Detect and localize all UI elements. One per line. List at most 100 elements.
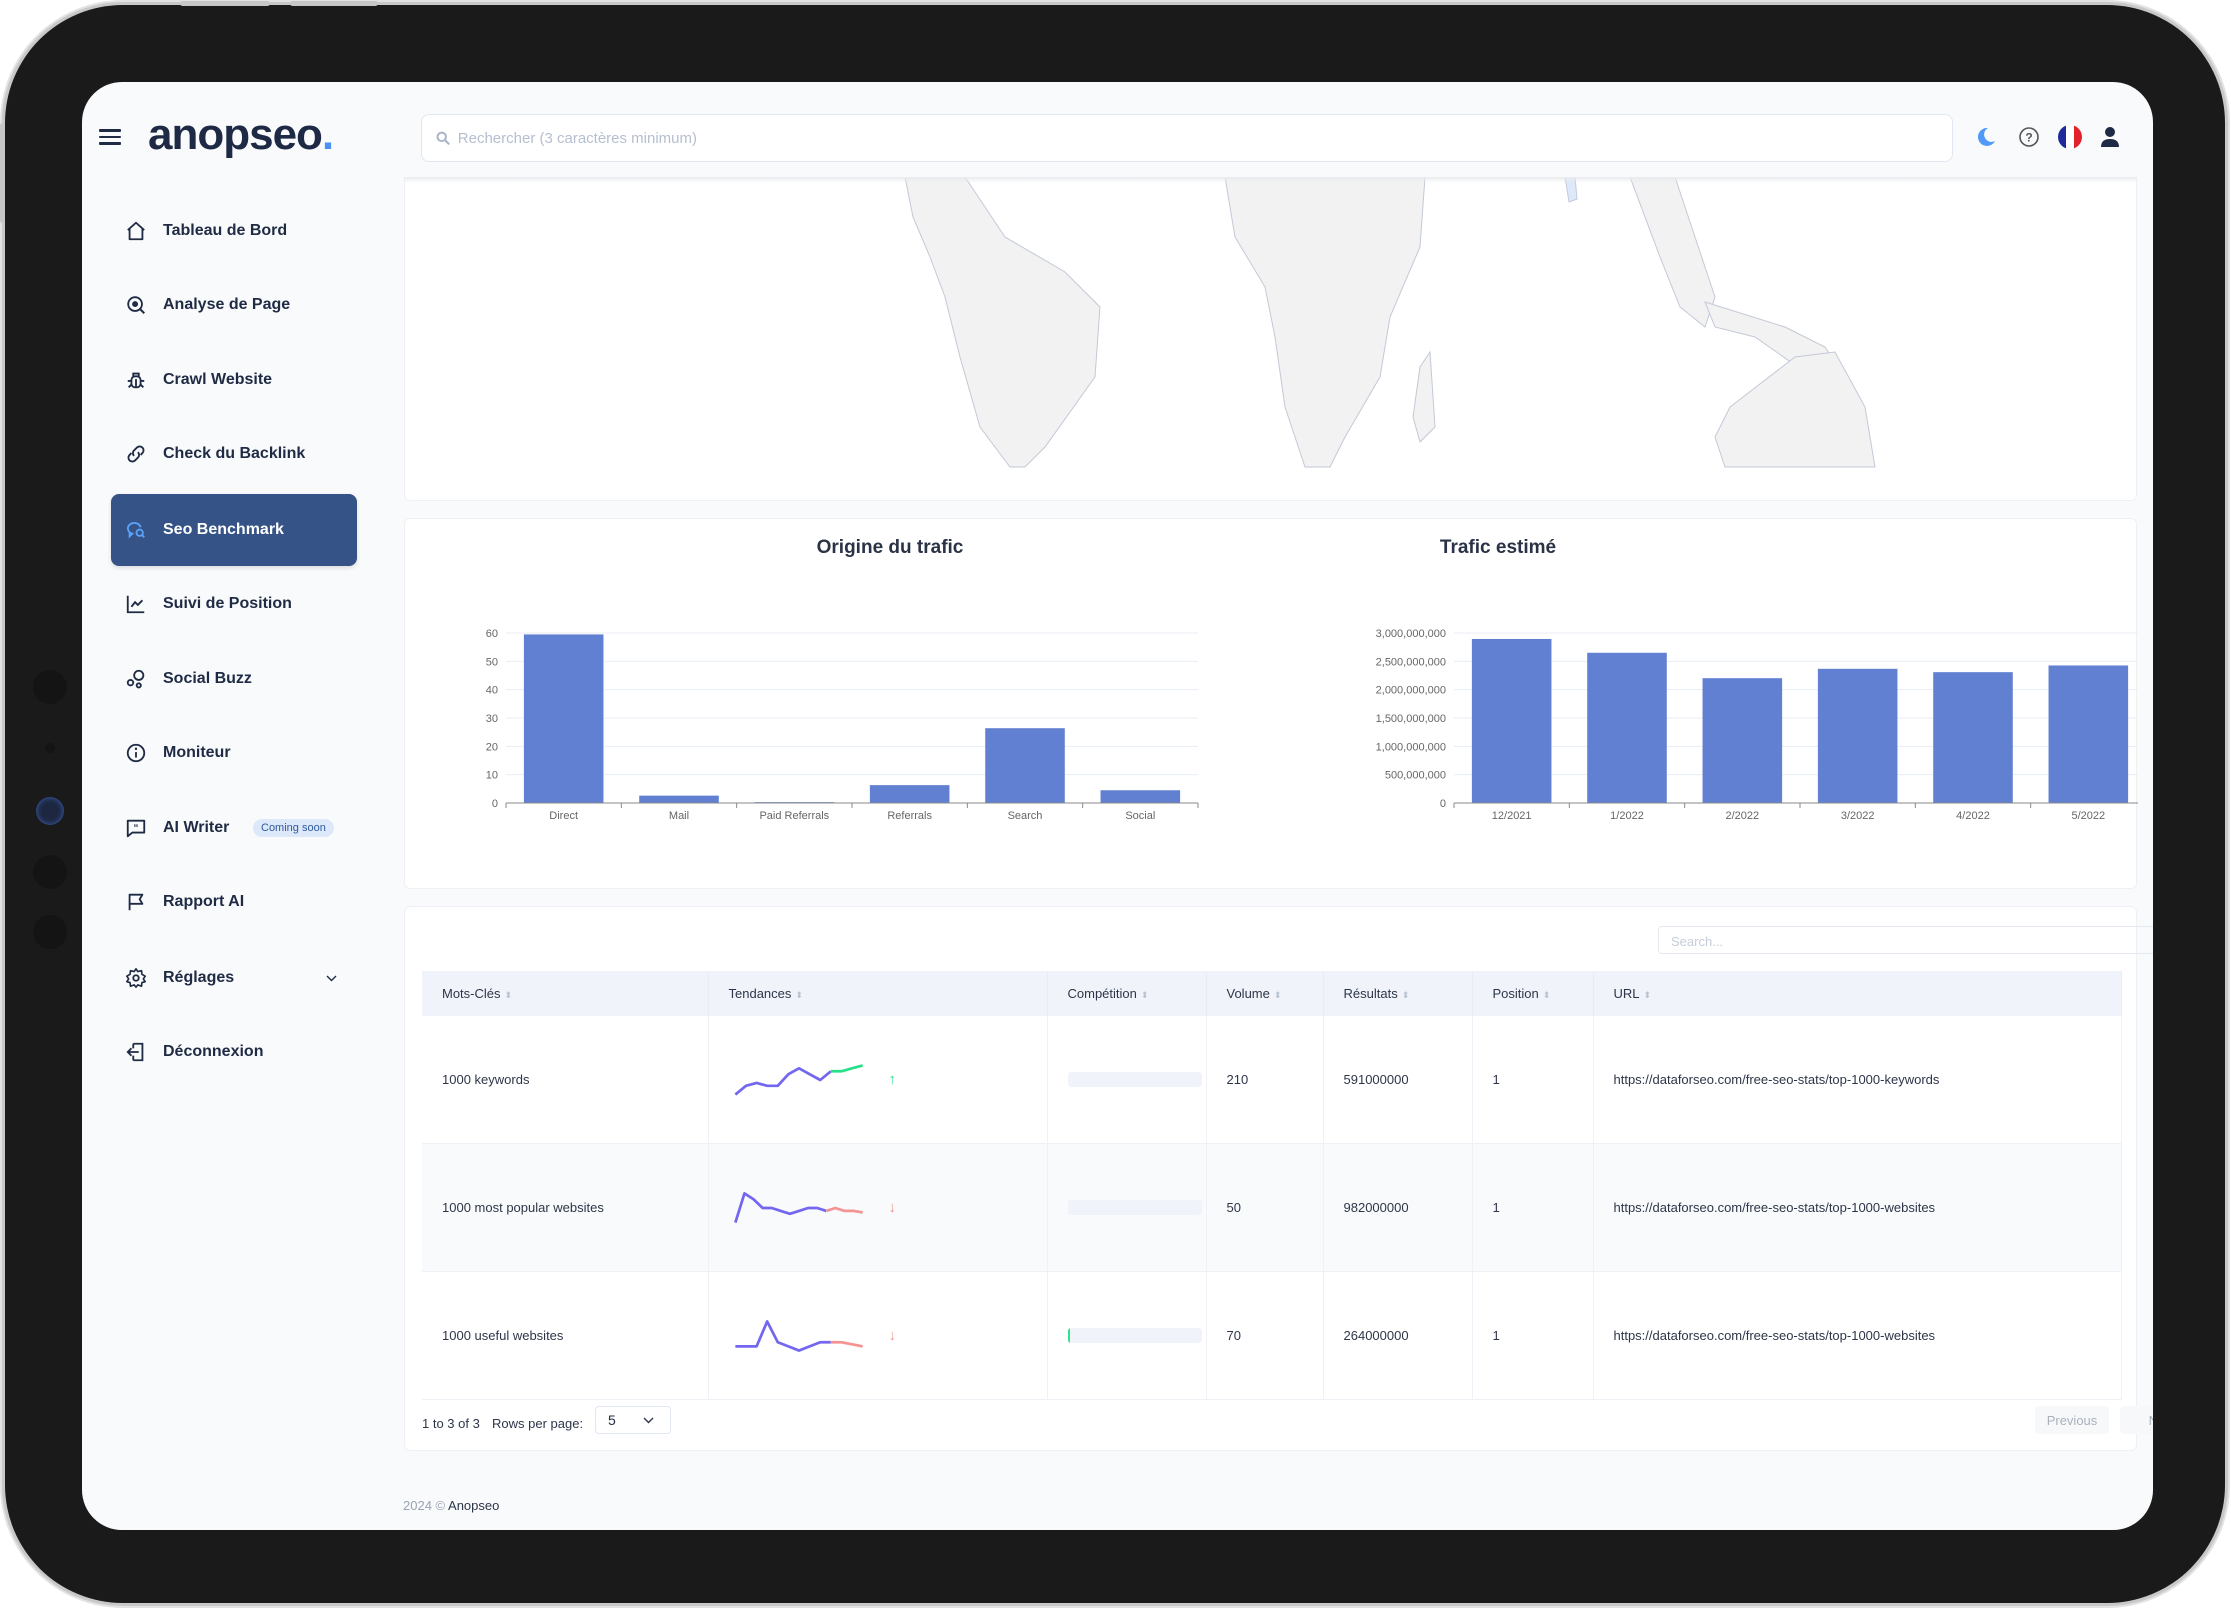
competition-bar <box>1067 1072 1202 1087</box>
cell-url[interactable]: https://dataforseo.com/free-seo-stats/to… <box>1593 1271 2122 1400</box>
bar-referrals[interactable] <box>869 785 950 803</box>
column-header-mots-cles[interactable]: Mots-Clés ⬍ <box>422 971 709 1016</box>
table-search-input[interactable] <box>1659 927 2153 955</box>
sort-icon[interactable]: ⬍ <box>1141 990 1149 1000</box>
world-map[interactable] <box>405 177 2137 501</box>
bar-mail[interactable] <box>639 795 719 803</box>
global-search-input[interactable] <box>455 128 1952 148</box>
device-button <box>0 123 5 223</box>
cell-keyword: 1000 useful websites <box>422 1271 709 1400</box>
sidebar-item-label: Réglages <box>163 969 235 986</box>
footer-brand[interactable]: Anopseo <box>448 1498 499 1513</box>
cell-trend: ↑ <box>708 1016 1048 1144</box>
table-row[interactable]: 1000 keywords ↑ 210 591000000 1 https://dataf… <box>422 1016 2122 1144</box>
footer: 2024 © Anopseo <box>403 1498 499 1513</box>
camera-sensor <box>45 743 55 753</box>
app-screen: anopseo. ? Tableau de Bord Analyse de Pag… <box>82 82 2153 1530</box>
sort-icon[interactable]: ⬍ <box>1543 990 1551 1000</box>
cell-url[interactable]: https://dataforseo.com/free-seo-stats/to… <box>1593 1016 2122 1144</box>
sidebar-item-label: Seo Benchmark <box>163 521 284 538</box>
bar-social[interactable] <box>1100 790 1181 803</box>
table-row[interactable]: 1000 most popular websites ↓ 50 982000000 1 h… <box>422 1143 2122 1272</box>
sidebar-item-ai-writer[interactable]: “ AI Writer Coming soon <box>111 792 357 864</box>
sidebar-item-deconnexion[interactable]: Déconnexion <box>111 1016 357 1088</box>
sidebar-item-analyse-de-page[interactable]: Analyse de Page <box>111 269 357 341</box>
column-header-resultats[interactable]: Résultats ⬍ <box>1323 971 1473 1016</box>
sidebar-item-reglages[interactable]: Réglages <box>111 942 357 1014</box>
info-icon <box>124 741 148 765</box>
table-row[interactable]: 1000 useful websites ↓ 70 264000000 1 https:/… <box>422 1271 2122 1400</box>
column-header-label: Mots-Clés <box>442 986 501 1001</box>
x-tick-label: 12/2021 <box>1492 810 1532 822</box>
bar-5-2022[interactable] <box>2048 665 2129 803</box>
map-top-shadow <box>404 177 2137 183</box>
camera-sensor <box>33 670 67 704</box>
sidebar-item-label: Check du Backlink <box>163 445 306 462</box>
cell-position: 1 <box>1472 1016 1594 1144</box>
x-tick-label: 1/2022 <box>1610 810 1644 822</box>
sidebar-item-social-buzz[interactable]: Social Buzz <box>111 643 357 715</box>
previous-button[interactable]: Previous <box>2035 1406 2109 1434</box>
bar-search[interactable] <box>985 728 1065 803</box>
column-header-competition[interactable]: Compétition ⬍ <box>1047 971 1207 1016</box>
pagination-range: 1 to 3 of 3 <box>422 1416 480 1431</box>
logo[interactable]: anopseo. <box>148 113 334 157</box>
bar-2-2022[interactable] <box>1702 678 1783 803</box>
y-tick-label: 30 <box>486 713 498 725</box>
column-header-position[interactable]: Position ⬍ <box>1472 971 1594 1016</box>
cell-competition <box>1047 1016 1207 1144</box>
device-button <box>180 1 270 6</box>
flag-fr-icon[interactable] <box>2057 124 2083 150</box>
bar-4-2022[interactable] <box>1933 672 2013 803</box>
competition-bar-fill <box>1067 1328 1071 1343</box>
footer-copyright: 2024 © <box>403 1498 446 1513</box>
help-icon[interactable]: ? <box>2016 124 2042 150</box>
x-tick-label: Mail <box>669 810 689 822</box>
svg-text:?: ? <box>2025 131 2032 145</box>
arrow-up-icon: ↑ <box>888 1071 897 1088</box>
sort-icon[interactable]: ⬍ <box>795 990 803 1000</box>
bar-direct[interactable] <box>523 634 604 803</box>
rows-per-page-select[interactable]: 5 <box>595 1406 671 1434</box>
column-header-tendances[interactable]: Tendances ⬍ <box>708 971 1048 1016</box>
chevron-down-icon <box>643 1417 654 1424</box>
sidebar-item-crawl-website[interactable]: Crawl Website <box>111 344 357 416</box>
sidebar-item-rapport-ai[interactable]: Rapport AI <box>111 866 357 938</box>
sort-icon[interactable]: ⬍ <box>1274 990 1282 1000</box>
south-america <box>904 177 1101 468</box>
sidebar-item-seo-benchmark[interactable]: Seo Benchmark <box>111 494 357 566</box>
sort-icon[interactable]: ⬍ <box>1402 990 1410 1000</box>
svg-text:“: “ <box>133 823 138 834</box>
cell-url[interactable]: https://dataforseo.com/free-seo-stats/to… <box>1593 1143 2122 1272</box>
next-button[interactable]: Next <box>2120 1406 2153 1434</box>
bug-icon <box>124 368 148 392</box>
logo-dot: . <box>321 110 334 159</box>
cell-competition <box>1047 1143 1207 1272</box>
bar-3-2022[interactable] <box>1817 668 1898 803</box>
sidebar-item-tableau-de-bord[interactable]: Tableau de Bord <box>111 195 357 267</box>
sort-icon[interactable]: ⬍ <box>1644 990 1652 1000</box>
table-header-row: Mots-Clés ⬍ Tendances ⬍ Compétition ⬍ Volume ⬍ R… <box>422 971 2122 1016</box>
global-search[interactable] <box>421 114 1953 162</box>
y-tick-label: 2,500,000,000 <box>1376 656 1446 668</box>
column-header-url[interactable]: URL ⬍ <box>1593 971 2122 1016</box>
traffic-origin-chart: 0 10 20 30 40 50 60 Direct Mail Paid Referrals Ref… <box>486 628 1199 822</box>
chevron-down-icon[interactable] <box>326 971 337 985</box>
keywords-table-card: Mots-Clés⬍Tendances⬍Compétition⬍Volume⬍R… <box>404 906 2153 1451</box>
flag-icon <box>124 890 148 914</box>
sidebar-item-suivi-de-position[interactable]: Suivi de Position <box>111 568 357 640</box>
bar-12-2021[interactable] <box>1471 639 1552 803</box>
y-tick-label: 1,500,000,000 <box>1376 713 1446 725</box>
menu-icon[interactable] <box>99 129 121 145</box>
australia <box>1714 351 1876 468</box>
column-header-label: Volume <box>1226 986 1270 1001</box>
moon-icon[interactable] <box>1973 124 1999 150</box>
bar-1-2022[interactable] <box>1587 652 1667 803</box>
sort-icon[interactable]: ⬍ <box>505 990 513 1000</box>
sidebar-item-check-du-backlink[interactable]: Check du Backlink <box>111 418 357 490</box>
sidebar-item-moniteur[interactable]: Moniteur <box>111 717 357 789</box>
user-icon[interactable] <box>2097 124 2123 150</box>
column-header-volume[interactable]: Volume ⬍ <box>1206 971 1324 1016</box>
table-search[interactable] <box>1658 926 2153 955</box>
sidebar-item-label: AI Writer <box>163 819 230 836</box>
